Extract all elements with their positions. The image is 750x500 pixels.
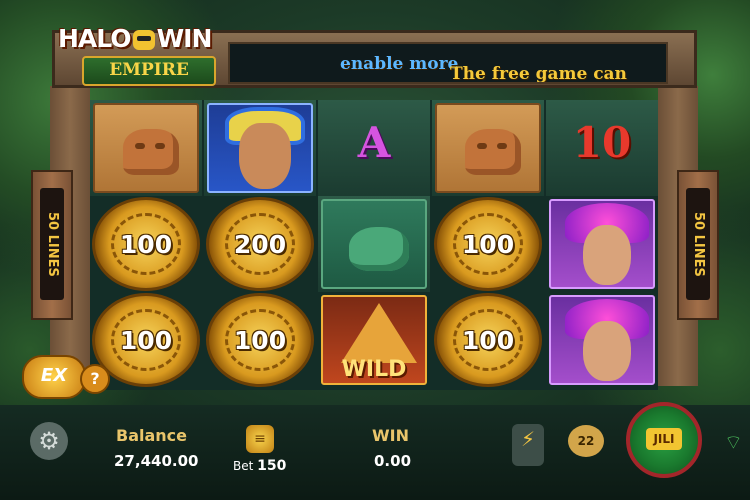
win-label: WIN <box>372 426 409 445</box>
symbol-coin: 100 <box>432 196 544 292</box>
jili-brand-label: JILI <box>646 428 682 450</box>
symbol-priestess <box>546 292 658 388</box>
symbol-coin: 200 <box>204 196 316 292</box>
game-logo: HALO WIN EMPIRE <box>52 20 222 86</box>
balance-label: Balance <box>116 426 187 445</box>
bet-coins-icon[interactable]: ≡ <box>246 425 274 453</box>
symbol-jaguar <box>432 100 544 196</box>
symbol-priestess <box>546 196 658 292</box>
symbol-warrior <box>204 100 316 196</box>
logo-subtitle: EMPIRE <box>82 56 216 86</box>
help-button[interactable]: ? <box>80 364 110 394</box>
lines-count-left: 50 LINES <box>40 188 64 300</box>
symbol-coin: 100 <box>432 292 544 388</box>
right-lines-pillar: 50 LINES <box>677 170 719 320</box>
symbol-ten: 10 <box>546 100 658 196</box>
balance-value: 27,440.00 <box>114 452 199 470</box>
symbol-wild: WILD <box>318 292 430 388</box>
left-lines-pillar: 50 LINES <box>31 170 73 320</box>
spin-button[interactable]: JILI <box>626 402 702 478</box>
symbol-coin: 100 <box>204 292 316 388</box>
marquee-text: The free game can <box>450 64 627 84</box>
info-marquee: The free game can enable more <box>228 42 668 84</box>
turbo-lightning-icon[interactable]: ⚡ <box>512 424 544 466</box>
auto-spin-button[interactable]: 22 <box>568 425 604 457</box>
settings-gear-icon[interactable]: ⚙ <box>30 422 68 460</box>
lines-count-right: 50 LINES <box>686 188 710 300</box>
wifi-signal-icon: ⌔ <box>724 430 743 454</box>
symbol-coin: 100 <box>90 196 202 292</box>
reel-grid: 100 100 200 100 A WILD 100 100 10 <box>90 100 658 390</box>
marquee-highlight: enable more <box>340 54 459 74</box>
symbol-jaguar <box>90 100 202 196</box>
win-value: 0.00 <box>374 452 412 470</box>
skull-icon <box>132 30 155 50</box>
extra-bet-button[interactable]: EX <box>22 355 86 399</box>
bet-display[interactable]: Bet 150 <box>233 458 286 474</box>
symbol-frog <box>318 196 430 292</box>
symbol-letter-a: A <box>318 100 430 196</box>
